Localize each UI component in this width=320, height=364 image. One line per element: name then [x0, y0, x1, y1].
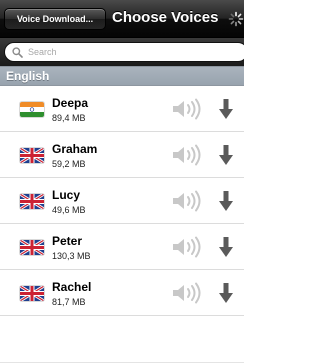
voice-list: Deepa 89,4 MB Graham 59,2 MB Lucy 49,6 M… — [0, 86, 244, 316]
voice-row-lucy[interactable]: Lucy 49,6 MB — [0, 178, 244, 224]
page-title: Choose Voices — [112, 9, 219, 26]
voice-name: Rachel — [52, 280, 92, 294]
speaker-icon[interactable] — [171, 236, 205, 258]
voice-row-deepa[interactable]: Deepa 89,4 MB — [0, 86, 244, 132]
navigation-bar: Voice Download... Choose Voices — [0, 0, 244, 38]
speaker-icon[interactable] — [171, 282, 205, 304]
voice-row-graham[interactable]: Graham 59,2 MB — [0, 132, 244, 178]
download-arrow-icon[interactable] — [218, 282, 234, 304]
speaker-icon[interactable] — [171, 144, 205, 166]
back-button[interactable]: Voice Download... — [4, 8, 106, 30]
empty-list-area — [0, 316, 244, 364]
search-placeholder: Search — [28, 47, 57, 57]
voice-size: 49,6 MB — [52, 205, 86, 215]
section-title: English — [6, 69, 50, 83]
search-input[interactable]: Search — [4, 42, 244, 62]
divider — [0, 362, 244, 363]
uk-flag-icon — [20, 286, 44, 301]
voice-name: Peter — [52, 234, 83, 248]
uk-flag-icon — [20, 148, 44, 163]
speaker-icon[interactable] — [171, 190, 205, 212]
voice-size: 59,2 MB — [52, 159, 86, 169]
voice-row-rachel[interactable]: Rachel 81,7 MB — [0, 270, 244, 316]
download-arrow-icon[interactable] — [218, 236, 234, 258]
download-arrow-icon[interactable] — [218, 98, 234, 120]
search-bar: Search — [0, 38, 244, 66]
voice-name: Lucy — [52, 188, 81, 202]
india-flag-icon — [20, 102, 44, 117]
voice-size: 130,3 MB — [52, 251, 91, 261]
voice-name: Graham — [52, 142, 98, 156]
search-icon — [12, 47, 23, 58]
section-header-english: English — [0, 66, 244, 86]
uk-flag-icon — [20, 194, 44, 209]
voice-size: 81,7 MB — [52, 297, 86, 307]
uk-flag-icon — [20, 240, 44, 255]
speaker-icon[interactable] — [171, 98, 205, 120]
download-arrow-icon[interactable] — [218, 144, 234, 166]
voice-name: Deepa — [52, 96, 89, 110]
activity-spinner-icon — [228, 11, 244, 27]
voice-row-peter[interactable]: Peter 130,3 MB — [0, 224, 244, 270]
voice-size: 89,4 MB — [52, 113, 86, 123]
choose-voices-screen: Voice Download... Choose Voices Search E… — [0, 0, 244, 364]
download-arrow-icon[interactable] — [218, 190, 234, 212]
